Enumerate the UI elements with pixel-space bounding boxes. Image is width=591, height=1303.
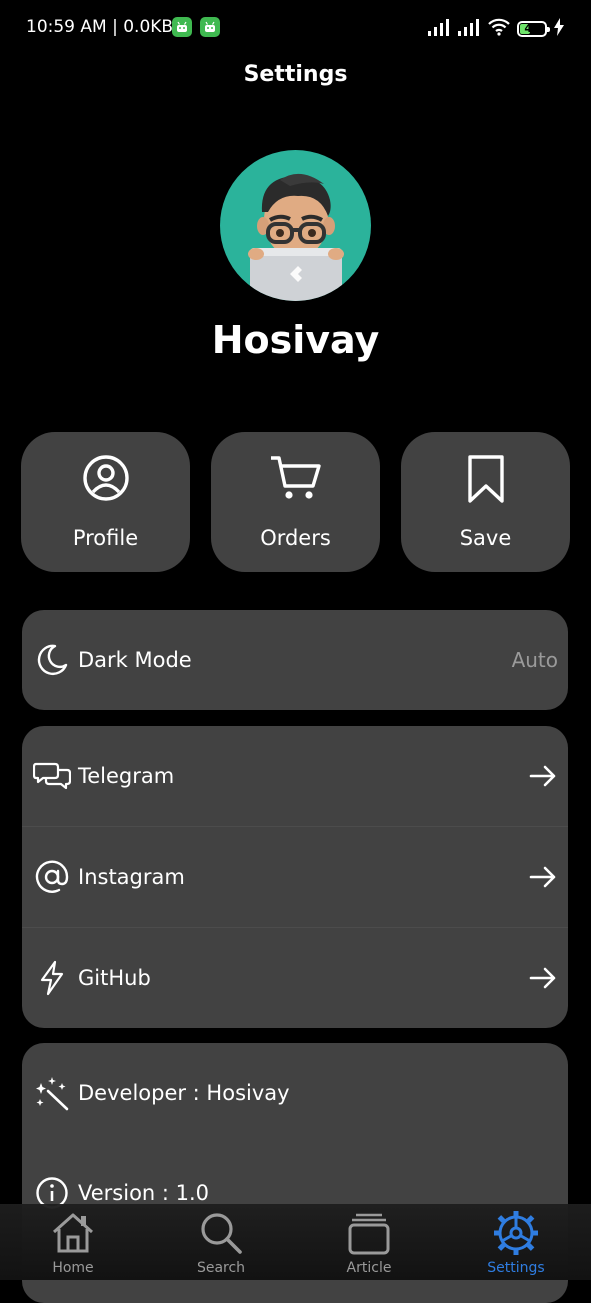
moon-icon <box>32 640 72 680</box>
github-label: GitHub <box>78 966 151 990</box>
bottom-navigation: Home Search Article Settings <box>0 1204 591 1280</box>
cart-icon <box>211 454 380 502</box>
save-button[interactable]: Save <box>401 432 570 572</box>
page-title: Settings <box>243 62 348 87</box>
memoji-avatar-illustration <box>248 173 344 301</box>
orders-label: Orders <box>260 526 331 550</box>
sparkle-wand-icon <box>32 1073 72 1113</box>
arrow-right-icon <box>529 866 556 888</box>
save-label: Save <box>459 526 512 550</box>
social-links-panel: Telegram Instagram GitHub <box>22 726 568 1028</box>
chat-bubbles-icon <box>32 756 72 796</box>
settings-gear-icon <box>456 1210 576 1256</box>
telegram-label: Telegram <box>78 764 175 788</box>
battery-level: 42 <box>524 22 540 35</box>
article-stack-icon <box>309 1210 429 1256</box>
instagram-row[interactable]: Instagram <box>22 826 568 927</box>
nav-settings-label: Settings <box>487 1260 545 1276</box>
version-label: Version : 1.0 <box>78 1181 210 1205</box>
bookmark-icon <box>401 454 570 504</box>
profile-button[interactable]: Profile <box>21 432 190 572</box>
nav-home[interactable]: Home <box>13 1210 133 1278</box>
telegram-row[interactable]: Telegram <box>22 726 568 826</box>
battery-tip <box>547 27 550 32</box>
dark-mode-value: Auto <box>511 648 558 672</box>
battery-icon: 42 <box>517 21 550 37</box>
dark-mode-label: Dark Mode <box>78 648 192 672</box>
nav-article-label: Article <box>346 1260 392 1276</box>
at-sign-icon <box>32 857 72 897</box>
signal-icon <box>427 18 451 40</box>
status-bar: 10:59 AM | 0.0KB 42 <box>0 0 591 56</box>
lightning-icon <box>32 958 72 998</box>
nav-settings[interactable]: Settings <box>456 1210 576 1278</box>
developer-label: Developer : Hosivay <box>78 1081 290 1105</box>
avatar[interactable] <box>220 150 371 301</box>
arrow-right-icon <box>529 967 556 989</box>
arrow-right-icon <box>529 765 556 787</box>
wifi-icon <box>487 18 511 40</box>
nav-search-label: Search <box>196 1260 246 1276</box>
signal-icon <box>457 18 481 40</box>
status-time: 10:59 AM | 0.0KB <box>26 17 174 37</box>
github-row[interactable]: GitHub <box>22 927 568 1028</box>
profile-label: Profile <box>72 526 139 550</box>
home-icon <box>13 1210 133 1256</box>
status-indicators: 42 <box>427 18 565 40</box>
developer-row: Developer : Hosivay <box>22 1043 568 1143</box>
android-notification-icon <box>172 17 192 37</box>
android-notification-icon <box>200 17 220 37</box>
nav-article[interactable]: Article <box>309 1210 429 1278</box>
instagram-label: Instagram <box>78 865 185 889</box>
nav-home-label: Home <box>52 1260 94 1276</box>
user-circle-icon <box>21 454 190 502</box>
appearance-panel: Dark Mode Auto <box>22 610 568 710</box>
search-icon <box>161 1210 281 1256</box>
charging-bolt-icon <box>553 18 565 40</box>
nav-search[interactable]: Search <box>161 1210 281 1278</box>
user-name: Hosivay <box>211 318 380 362</box>
dark-mode-row[interactable]: Dark Mode Auto <box>22 610 568 710</box>
orders-button[interactable]: Orders <box>211 432 380 572</box>
